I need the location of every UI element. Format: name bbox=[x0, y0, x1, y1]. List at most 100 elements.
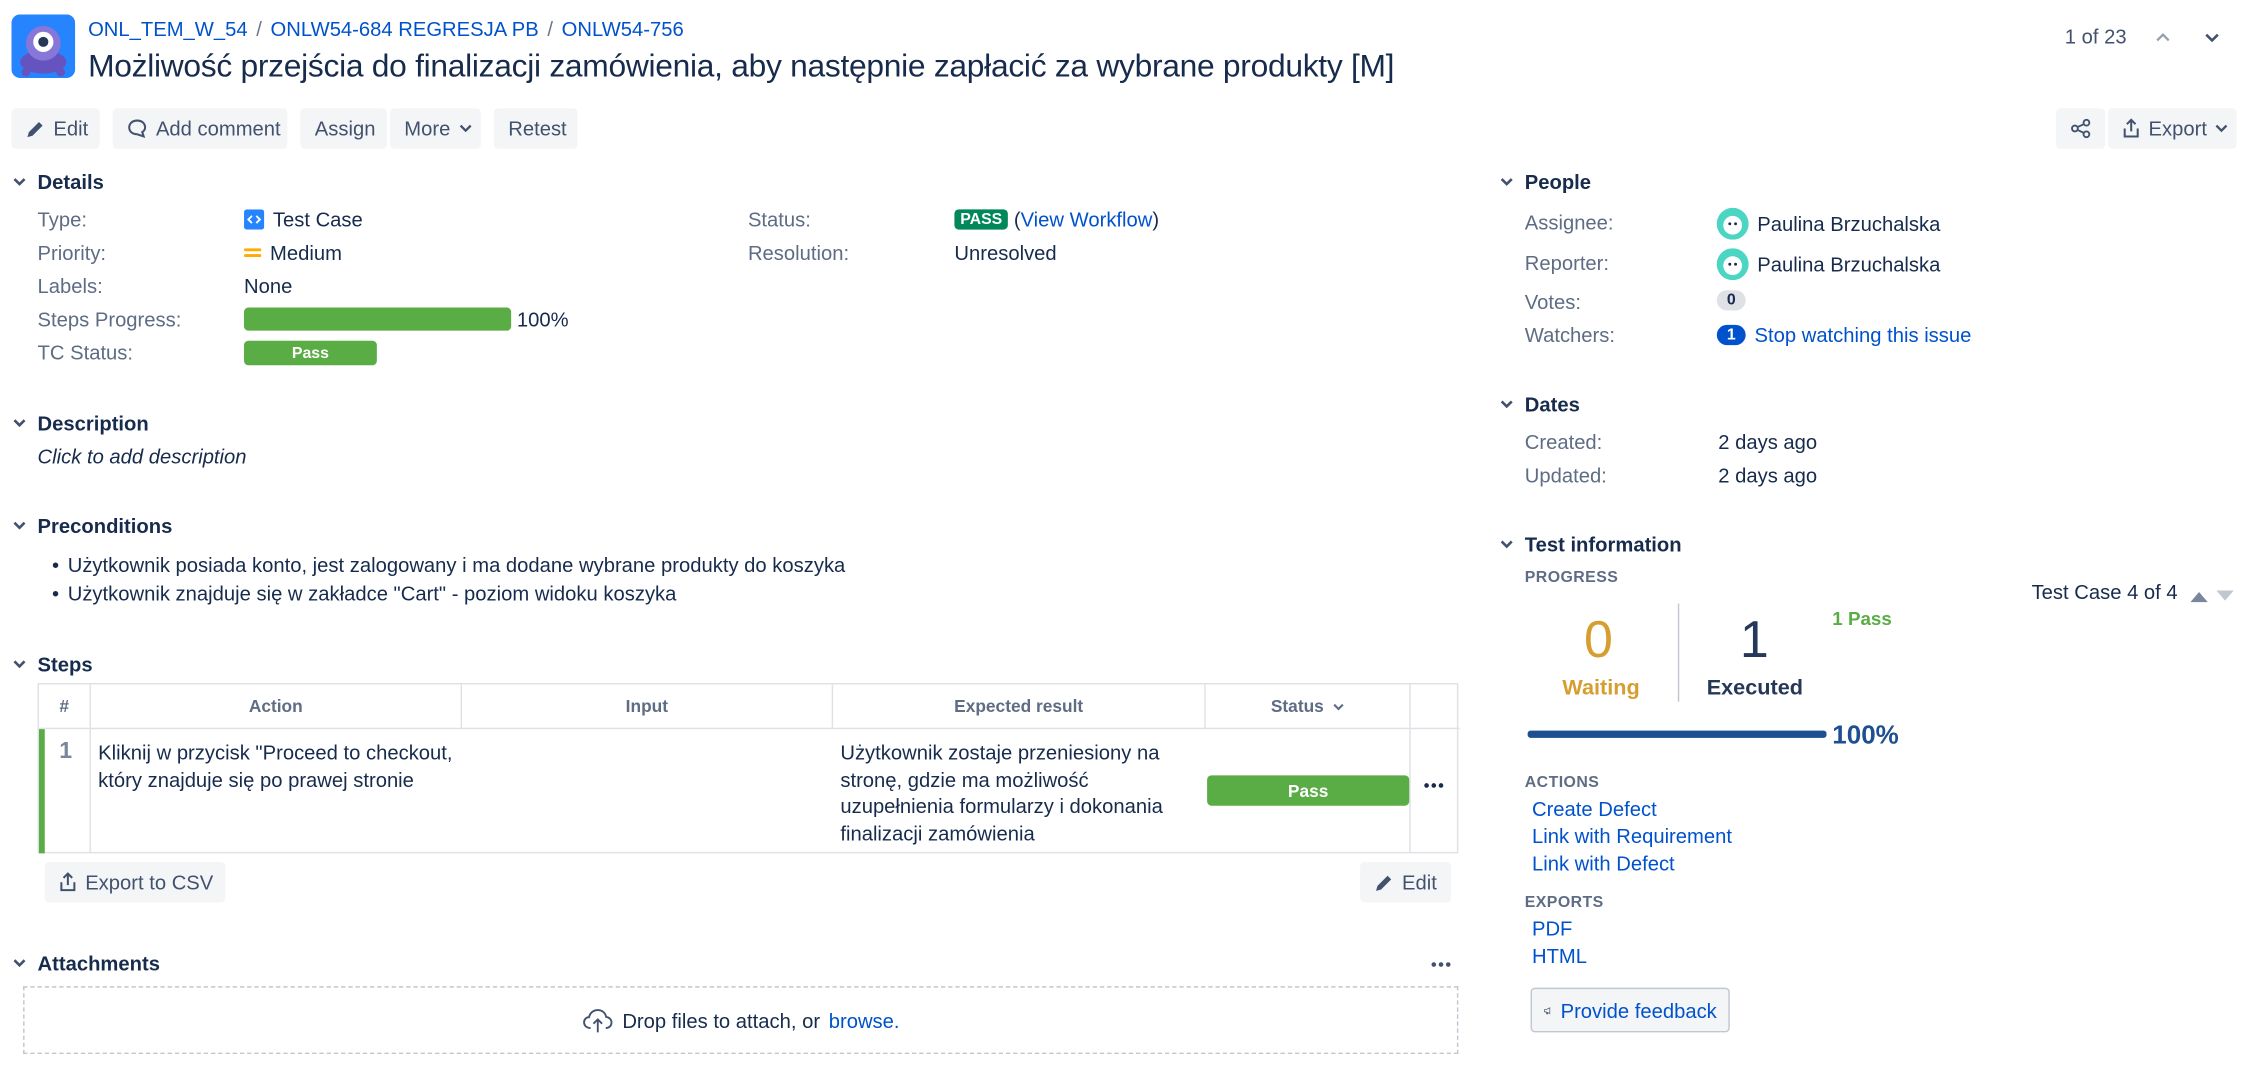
watchers-badge[interactable]: 1 bbox=[1716, 324, 1746, 346]
stop-watching-link[interactable]: Stop watching this issue bbox=[1755, 323, 1972, 346]
previous-issue-icon[interactable] bbox=[2151, 23, 2174, 52]
attachments-more-icon[interactable] bbox=[1429, 959, 1452, 971]
reporter-name: Paulina Brzuchalska bbox=[1757, 252, 1941, 276]
chevron-down-icon bbox=[459, 124, 472, 133]
watchers-label: Watchers: bbox=[1524, 323, 1616, 347]
pencil-icon bbox=[27, 121, 43, 137]
issue-title[interactable]: Możliwość przejścia do finalizacji zamów… bbox=[88, 48, 1394, 86]
executed-count: 1 bbox=[1739, 609, 1769, 669]
tc-status-label: TC Status: bbox=[37, 340, 134, 364]
reporter-value[interactable]: Paulina Brzuchalska bbox=[1716, 248, 1941, 281]
steps-progress-bar bbox=[244, 307, 512, 331]
test-case-icon bbox=[244, 209, 265, 230]
executed-label: Executed bbox=[1706, 675, 1804, 701]
steps-table: # Action Input Expected result Status 1 … bbox=[37, 682, 1460, 854]
priority-label: Priority: bbox=[37, 241, 107, 265]
breadcrumb-separator: / bbox=[256, 17, 262, 41]
progress-label: PROGRESS bbox=[1524, 568, 1619, 587]
view-workflow-link[interactable]: View Workflow bbox=[1021, 208, 1153, 231]
step-status-pass[interactable]: Pass bbox=[1207, 775, 1410, 806]
project-avatar[interactable] bbox=[11, 14, 76, 78]
attachments-section-toggle[interactable]: Attachments bbox=[13, 952, 160, 975]
breadcrumb-parent-link[interactable]: ONLW54-684 REGRESJA PB bbox=[271, 17, 539, 40]
more-button[interactable]: More bbox=[389, 108, 481, 149]
col-divider bbox=[1409, 729, 1411, 854]
step-expected[interactable]: Użytkownik zostaje przeniesiony na stron… bbox=[840, 739, 1201, 846]
bullet: • bbox=[51, 581, 60, 605]
export-pdf-link[interactable]: PDF bbox=[1532, 917, 1572, 940]
assign-label: Assign bbox=[314, 116, 376, 141]
comment-icon bbox=[128, 119, 147, 139]
chevron-down-icon bbox=[1500, 540, 1513, 549]
add-comment-label: Add comment bbox=[155, 116, 281, 141]
test-progress-bar bbox=[1527, 730, 1827, 738]
waiting-count: 0 bbox=[1583, 609, 1613, 669]
assignee-value[interactable]: Paulina Brzuchalska bbox=[1716, 207, 1941, 240]
step-action[interactable]: Kliknij w przycisk "Proceed to checkout,… bbox=[98, 739, 459, 792]
steps-progress-value: 100% bbox=[516, 307, 569, 331]
col-header-status[interactable]: Status bbox=[1206, 684, 1411, 728]
cloud-upload-icon bbox=[583, 1008, 613, 1032]
attachments-heading: Attachments bbox=[37, 951, 160, 975]
edit-button[interactable]: Edit bbox=[11, 108, 100, 149]
breadcrumb-issue-link[interactable]: ONLW54-756 bbox=[562, 17, 684, 40]
export-icon bbox=[2123, 118, 2139, 138]
type-label: Type: bbox=[37, 207, 87, 232]
share-icon bbox=[2071, 118, 2091, 139]
next-issue-icon[interactable] bbox=[2201, 23, 2224, 52]
precondition-item: • Użytkownik posiada konto, jest zalogow… bbox=[52, 553, 845, 576]
attachment-drop-zone[interactable]: Drop files to attach, or browse. bbox=[23, 986, 1459, 1055]
export-to-csv-button[interactable]: Export to CSV bbox=[44, 862, 226, 903]
create-defect-link[interactable]: Create Defect bbox=[1532, 797, 1657, 820]
details-section-toggle[interactable]: Details bbox=[13, 170, 104, 193]
labels-value[interactable]: None bbox=[244, 274, 292, 297]
pencil-icon bbox=[1376, 875, 1392, 891]
priority-value-text: Medium bbox=[270, 241, 342, 265]
steps-section-toggle[interactable]: Steps bbox=[13, 653, 93, 676]
breadcrumb-project-link[interactable]: ONL_TEM_W_54 bbox=[88, 17, 248, 40]
step-number: 1 bbox=[59, 739, 73, 764]
col-header-input: Input bbox=[462, 684, 834, 728]
nav-next-icon[interactable] bbox=[2215, 585, 2235, 601]
steps-edit-button[interactable]: Edit bbox=[1360, 862, 1452, 903]
details-heading: Details bbox=[37, 170, 104, 194]
nav-previous-icon[interactable] bbox=[2189, 585, 2209, 603]
more-icon[interactable] bbox=[1422, 774, 1445, 797]
description-section-toggle[interactable]: Description bbox=[13, 412, 149, 435]
provide-feedback-label: Provide feedback bbox=[1560, 998, 1717, 1022]
assignee-name: Paulina Brzuchalska bbox=[1757, 212, 1941, 236]
link-with-requirement-link[interactable]: Link with Requirement bbox=[1532, 824, 1732, 847]
bullet: • bbox=[51, 553, 60, 577]
dates-section-toggle[interactable]: Dates bbox=[1500, 393, 1580, 416]
preconditions-section-toggle[interactable]: Preconditions bbox=[13, 514, 172, 537]
col-divider bbox=[89, 729, 91, 854]
export-button[interactable]: Export bbox=[2108, 108, 2237, 149]
type-value: Test Case bbox=[244, 208, 363, 231]
status-lozenge[interactable]: PASS bbox=[954, 209, 1009, 230]
description-placeholder[interactable]: Click to add description bbox=[38, 445, 247, 468]
breadcrumb-separator: / bbox=[547, 17, 553, 41]
steps-progress-label: Steps Progress: bbox=[37, 307, 182, 331]
type-value-text: Test Case bbox=[272, 207, 363, 232]
chevron-down-icon bbox=[13, 959, 26, 968]
browse-link[interactable]: browse. bbox=[829, 1009, 900, 1032]
precondition-text: Użytkownik posiada konto, jest zalogowan… bbox=[67, 553, 846, 577]
provide-feedback-button[interactable]: Provide feedback bbox=[1530, 987, 1730, 1033]
people-heading: People bbox=[1524, 170, 1592, 194]
add-comment-button[interactable]: Add comment bbox=[112, 108, 288, 149]
preconditions-heading: Preconditions bbox=[37, 514, 173, 538]
assign-button[interactable]: Assign bbox=[300, 108, 387, 149]
retest-button[interactable]: Retest bbox=[493, 108, 578, 149]
created-value: 2 days ago bbox=[1718, 430, 1818, 454]
people-section-toggle[interactable]: People bbox=[1500, 170, 1591, 193]
votes-value[interactable]: 0 bbox=[1716, 290, 1746, 311]
link-with-defect-link[interactable]: Link with Defect bbox=[1532, 852, 1675, 875]
export-html-link[interactable]: HTML bbox=[1532, 944, 1587, 967]
share-button[interactable] bbox=[2056, 108, 2106, 149]
test-information-section-toggle[interactable]: Test information bbox=[1500, 533, 1682, 556]
avatar bbox=[1716, 248, 1749, 281]
resolution-value: Unresolved bbox=[954, 241, 1057, 265]
chevron-down-icon bbox=[13, 419, 26, 428]
steps-progress-fill bbox=[244, 307, 512, 331]
resolution-label: Resolution: bbox=[747, 241, 850, 265]
